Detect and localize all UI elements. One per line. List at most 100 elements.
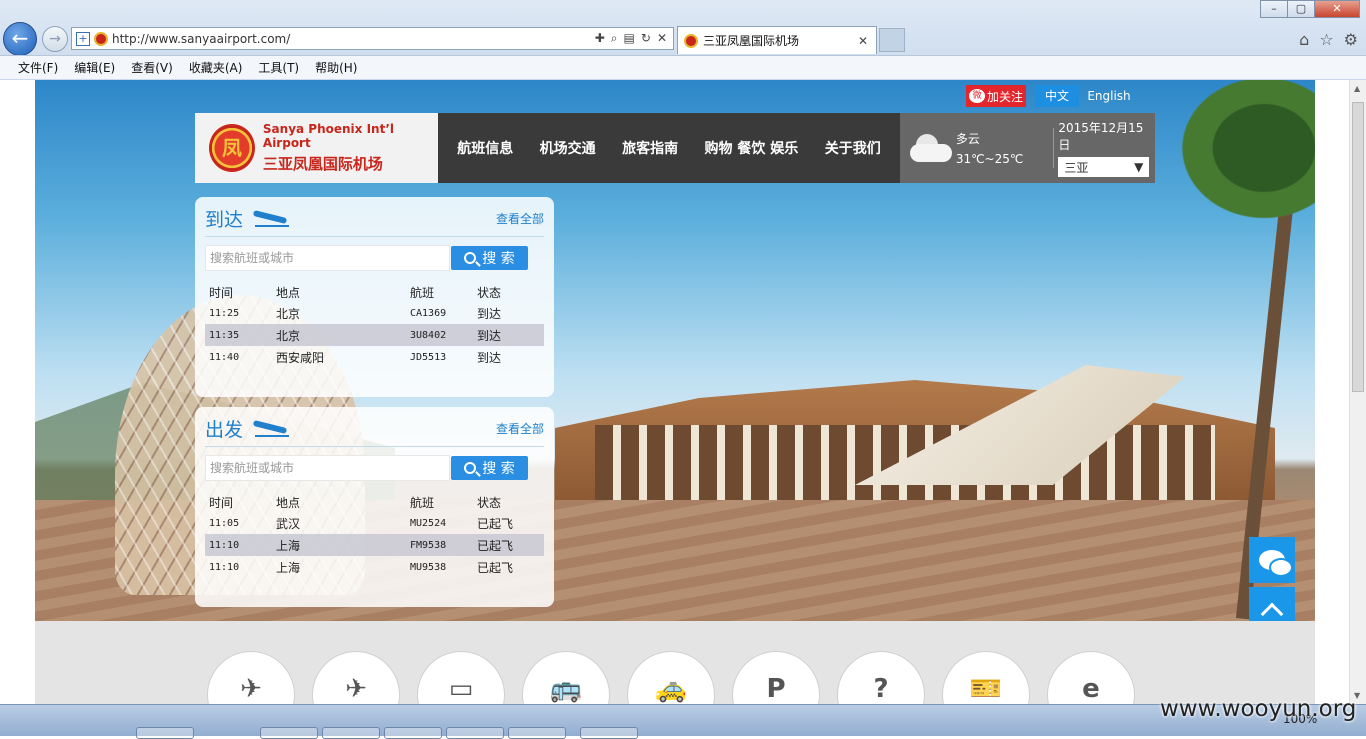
search-icon[interactable]: ⌕ bbox=[611, 31, 618, 46]
arrivals-panel: 到达 查看全部 搜索航班或城市 搜 索 时间 地点 航班 状态 11:25 北京… bbox=[195, 197, 554, 397]
main-header: 凤 Sanya Phoenix Int’l Airport 三亚凤凰国际机场 航… bbox=[195, 113, 1155, 183]
ticket-icon[interactable]: 🎫 bbox=[942, 651, 1030, 704]
new-tab-button[interactable] bbox=[879, 28, 905, 52]
logo-english-name: Sanya Phoenix Int’l Airport bbox=[262, 122, 394, 150]
parking-icon[interactable]: P bbox=[732, 651, 820, 704]
col-flight: 航班 bbox=[410, 495, 435, 510]
browser-chrome: – ▢ ✕ ← → + http://www.sanyaairport.com/… bbox=[0, 0, 1366, 80]
row-time: 11:25 bbox=[209, 307, 240, 319]
taskbar-button[interactable] bbox=[136, 727, 194, 739]
tab-favicon-icon bbox=[684, 33, 698, 48]
menu-edit[interactable]: 编辑(E) bbox=[74, 59, 115, 76]
row-status: 到达 bbox=[477, 306, 502, 321]
city-select-value: 三亚 bbox=[1064, 160, 1089, 175]
row-place: 北京 bbox=[276, 328, 301, 343]
taskbar-button[interactable] bbox=[260, 727, 318, 739]
ie-icon[interactable]: e bbox=[1047, 651, 1135, 704]
favorites-icon[interactable]: ☆ bbox=[1319, 30, 1333, 49]
menu-tools[interactable]: 工具(T) bbox=[258, 59, 299, 76]
col-time: 时间 bbox=[209, 495, 234, 510]
close-window-button[interactable]: ✕ bbox=[1314, 0, 1360, 18]
row-place: 上海 bbox=[276, 538, 301, 553]
url-text[interactable]: http://www.sanyaairport.com/ bbox=[112, 32, 595, 46]
taxi-icon[interactable]: 🚕 bbox=[627, 651, 715, 704]
scroll-thumb[interactable] bbox=[1352, 102, 1364, 392]
departures-view-all-link[interactable]: 查看全部 bbox=[496, 420, 544, 437]
back-button[interactable]: ← bbox=[3, 22, 37, 56]
watermark: www.wooyun.org bbox=[1160, 696, 1357, 722]
nav-transport[interactable]: 机场交通 bbox=[540, 138, 596, 158]
row-flight: 3U8402 bbox=[410, 329, 447, 341]
table-row[interactable]: 11:10 上海 FM9538 已起飞 bbox=[205, 534, 544, 556]
minimize-button[interactable]: – bbox=[1260, 0, 1288, 18]
language-chinese-button[interactable]: 中文 bbox=[1035, 85, 1079, 107]
compat-view-icon[interactable]: ▤ bbox=[624, 31, 635, 46]
airport-logo[interactable]: 凤 Sanya Phoenix Int’l Airport 三亚凤凰国际机场 bbox=[195, 113, 438, 183]
departures-search-input[interactable]: 搜索航班或城市 bbox=[205, 455, 450, 481]
arrival-plane-icon bbox=[253, 210, 290, 228]
arrival-plane-icon[interactable]: ✈ bbox=[207, 651, 295, 704]
table-row[interactable]: 11:10 上海 MU9538 已起飞 bbox=[205, 556, 544, 578]
table-row[interactable]: 11:35 北京 3U8402 到达 bbox=[205, 324, 544, 346]
table-row[interactable]: 11:40 西安咸阳 JD5513 到达 bbox=[205, 346, 544, 368]
address-bar[interactable]: + http://www.sanyaairport.com/ ✚ ⌕ ▤ ↻ ✕ bbox=[71, 27, 674, 50]
nav-flight-info[interactable]: 航班信息 bbox=[457, 138, 513, 158]
addon-icon[interactable]: ✚ bbox=[595, 31, 605, 46]
bus-icon[interactable]: 🚌 bbox=[522, 651, 610, 704]
departures-search: 搜索航班或城市 搜 索 bbox=[205, 455, 544, 481]
taskbar-button[interactable] bbox=[384, 727, 442, 739]
departure-plane-icon bbox=[253, 420, 290, 438]
arrivals-search-button[interactable]: 搜 索 bbox=[451, 246, 528, 270]
departures-search-button[interactable]: 搜 索 bbox=[451, 456, 528, 480]
menu-file[interactable]: 文件(F) bbox=[18, 59, 58, 76]
search-icon bbox=[464, 252, 477, 264]
row-flight: MU9538 bbox=[410, 561, 447, 573]
chevron-down-icon: ▼ bbox=[1134, 160, 1144, 174]
compat-icon[interactable]: + bbox=[76, 31, 90, 46]
taskbar-button[interactable] bbox=[580, 727, 638, 739]
home-icon[interactable]: ⌂ bbox=[1299, 30, 1309, 49]
departure-plane-icon[interactable]: ✈ bbox=[312, 651, 400, 704]
nav-shopping[interactable]: 购物 餐饮 娱乐 bbox=[705, 138, 799, 158]
site-favicon-icon bbox=[94, 31, 108, 46]
arrivals-search-label: 搜 索 bbox=[482, 251, 515, 267]
stop-icon[interactable]: ✕ bbox=[657, 31, 667, 46]
browser-tab[interactable]: 三亚凤凰国际机场 ✕ bbox=[677, 26, 877, 54]
weibo-follow-button[interactable]: 微 加关注 bbox=[966, 85, 1026, 107]
city-select[interactable]: 三亚 ▼ bbox=[1058, 157, 1150, 177]
forward-button[interactable]: → bbox=[42, 26, 68, 52]
language-english-button[interactable]: English bbox=[1087, 85, 1131, 107]
wechat-button[interactable] bbox=[1249, 537, 1295, 583]
arrivals-view-all-link[interactable]: 查看全部 bbox=[496, 210, 544, 227]
taskbar-button[interactable] bbox=[322, 727, 380, 739]
page-scrollbar[interactable]: ▲ ▼ bbox=[1349, 80, 1366, 704]
screen-icon[interactable]: ▭ bbox=[417, 651, 505, 704]
arrivals-search-input[interactable]: 搜索航班或城市 bbox=[205, 245, 450, 271]
row-flight: MU2524 bbox=[410, 517, 447, 529]
nav-about-us[interactable]: 关于我们 bbox=[825, 138, 881, 158]
nav-passenger-guide[interactable]: 旅客指南 bbox=[622, 138, 678, 158]
menu-help[interactable]: 帮助(H) bbox=[315, 59, 357, 76]
menu-view[interactable]: 查看(V) bbox=[131, 59, 173, 76]
refresh-icon[interactable]: ↻ bbox=[641, 31, 651, 46]
browser-icons: ⌂ ☆ ⚙ bbox=[1299, 30, 1358, 49]
maximize-button[interactable]: ▢ bbox=[1287, 0, 1315, 18]
settings-gear-icon[interactable]: ⚙ bbox=[1344, 30, 1358, 49]
table-row[interactable]: 11:25 北京 CA1369 到达 bbox=[205, 302, 544, 324]
scroll-up-icon[interactable]: ▲ bbox=[1354, 84, 1360, 93]
table-row[interactable]: 11:05 武汉 MU2524 已起飞 bbox=[205, 512, 544, 534]
taskbar-button[interactable] bbox=[508, 727, 566, 739]
social-language-bar: 微 加关注 中文 English bbox=[966, 85, 1131, 107]
arrivals-search: 搜索航班或城市 搜 索 bbox=[205, 245, 544, 271]
row-flight: JD5513 bbox=[410, 351, 447, 363]
address-tools: ✚ ⌕ ▤ ↻ ✕ bbox=[595, 31, 673, 46]
row-status: 已起飞 bbox=[477, 516, 514, 531]
taskbar-button[interactable] bbox=[446, 727, 504, 739]
arrivals-header: 到达 查看全部 bbox=[205, 205, 544, 237]
col-status: 状态 bbox=[477, 285, 502, 300]
luggage-icon[interactable]: ? bbox=[837, 651, 925, 704]
close-tab-icon[interactable]: ✕ bbox=[858, 34, 876, 48]
row-time: 11:40 bbox=[209, 351, 240, 363]
menu-favorites[interactable]: 收藏夹(A) bbox=[189, 59, 243, 76]
weather-divider bbox=[1053, 128, 1055, 168]
